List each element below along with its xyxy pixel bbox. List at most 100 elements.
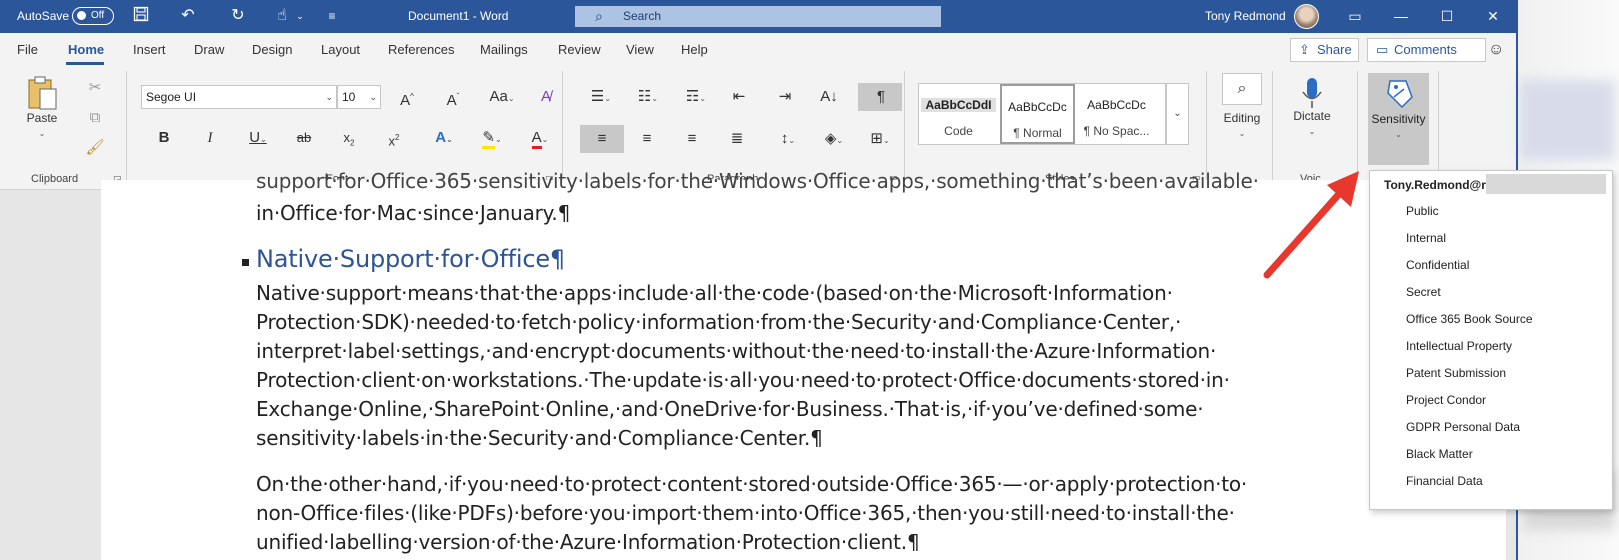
avatar[interactable]: [1294, 4, 1319, 29]
title-bar: AutoSave Off ↶ ↻ ☝ ⌄ ≡ Document1 - Word …: [0, 0, 1516, 33]
sort-icon[interactable]: A↓: [818, 86, 840, 108]
style-normal[interactable]: AaBbCcDc ¶ Normal: [1000, 84, 1075, 144]
style-sample: AaBbCcDc: [1008, 100, 1067, 114]
minimize-icon[interactable]: —: [1378, 0, 1424, 33]
label-intellectual-property[interactable]: Intellectual Property: [1406, 339, 1512, 353]
copy-icon[interactable]: ⧉: [84, 107, 106, 129]
chevron-down-icon: ⌄: [38, 129, 46, 138]
italic-icon[interactable]: I: [199, 127, 221, 149]
multilevel-list-icon[interactable]: ☶⌄: [678, 86, 714, 110]
toggle-knob: [77, 11, 86, 20]
search-placeholder: Search: [623, 9, 662, 23]
feedback-smiley-icon[interactable]: ☺: [1488, 41, 1504, 59]
tab-file[interactable]: File: [17, 42, 38, 57]
label-secret[interactable]: Secret: [1406, 285, 1441, 299]
align-right-icon[interactable]: ≡: [681, 128, 703, 150]
bold-icon[interactable]: B: [153, 127, 175, 149]
document-line: Protection·SDK)·needed·to·fetch·policy·i…: [256, 310, 1182, 334]
grow-font-icon[interactable]: A^: [396, 86, 418, 112]
tab-references[interactable]: References: [388, 42, 454, 57]
label-project-condor[interactable]: Project Condor: [1406, 393, 1486, 407]
text-effects-icon[interactable]: A⌄: [428, 127, 460, 151]
style-code[interactable]: AaBbCcDdI Code: [921, 84, 996, 144]
font-family-combo[interactable]: Segoe UI ⌄: [141, 85, 337, 109]
format-painter-icon[interactable]: 🖌: [84, 137, 106, 159]
dictate-button[interactable]: Dictate ⌄: [1287, 77, 1337, 137]
paste-button[interactable]: Paste ⌄: [22, 75, 62, 139]
maximize-icon[interactable]: ☐: [1424, 0, 1470, 33]
styles-gallery: AaBbCcDdI Code AaBbCcDc ¶ Normal AaBbCcD…: [918, 83, 1166, 145]
tab-help[interactable]: Help: [681, 42, 708, 57]
font-size-combo[interactable]: 10 ⌄: [337, 85, 381, 109]
sensitivity-button[interactable]: Sensitivity ⌄: [1368, 73, 1429, 165]
comments-button[interactable]: ▭ Comments: [1367, 38, 1486, 62]
dictate-label: Dictate: [1293, 109, 1331, 123]
tab-design[interactable]: Design: [252, 42, 292, 57]
paste-label: Paste: [26, 111, 58, 125]
document-line: On·the·other·hand,·if·you·need·to·protec…: [256, 472, 1248, 496]
numbering-icon[interactable]: ☷⌄: [630, 86, 666, 110]
label-internal[interactable]: Internal: [1406, 231, 1446, 245]
touch-mode-icon[interactable]: ☝: [272, 6, 292, 26]
tab-insert[interactable]: Insert: [133, 42, 166, 57]
user-name[interactable]: Tony Redmond: [1205, 9, 1286, 23]
style-sample: AaBbCcDdI: [921, 98, 996, 112]
align-center-icon[interactable]: ≡: [636, 128, 658, 150]
annotation-arrow-icon: [1263, 171, 1359, 279]
bullets-icon[interactable]: ☰⌄: [583, 86, 619, 110]
chevron-down-icon[interactable]: ⌄: [290, 6, 310, 26]
subscript-icon[interactable]: x2: [338, 127, 360, 155]
superscript-icon[interactable]: x2: [383, 127, 405, 152]
share-button[interactable]: ⇪ Share: [1290, 38, 1359, 62]
highlight-icon[interactable]: ✎⌄: [476, 127, 508, 151]
document-heading: Native·Support·for·Office¶: [256, 245, 565, 273]
share-label: Share: [1317, 42, 1352, 57]
tab-mailings[interactable]: Mailings: [480, 42, 528, 57]
redo-icon[interactable]: ↻: [228, 6, 248, 26]
label-black-matter[interactable]: Black Matter: [1406, 447, 1473, 461]
autosave-toggle[interactable]: Off: [72, 7, 114, 25]
divider: [1438, 71, 1439, 183]
borders-icon[interactable]: ⊞⌄: [862, 128, 898, 152]
editing-button[interactable]: ⌕ Editing ⌄: [1219, 73, 1265, 139]
decrease-indent-icon[interactable]: ⇤: [728, 86, 750, 108]
style-name: ¶ No Spac...: [1083, 124, 1150, 138]
line-spacing-icon[interactable]: ↕⌄: [770, 128, 806, 152]
align-left-icon[interactable]: ≡: [591, 128, 613, 150]
chevron-down-icon: ⌄: [1395, 130, 1402, 139]
justify-icon[interactable]: ≣: [726, 128, 748, 150]
customize-toolbar-icon[interactable]: ≡: [322, 6, 342, 26]
tab-home[interactable]: Home: [68, 42, 104, 57]
strikethrough-icon[interactable]: ab: [293, 127, 315, 149]
styles-more-button[interactable]: ⌄: [1166, 83, 1189, 145]
cut-icon[interactable]: ✂: [84, 77, 106, 99]
label-office-365-book-source[interactable]: Office 365 Book Source: [1406, 312, 1533, 326]
tab-view[interactable]: View: [626, 42, 654, 57]
shading-icon[interactable]: ◈⌄: [816, 128, 852, 152]
increase-indent-icon[interactable]: ⇥: [774, 86, 796, 108]
tab-draw[interactable]: Draw: [194, 42, 224, 57]
label-gdpr-personal-data[interactable]: GDPR Personal Data: [1406, 420, 1520, 434]
underline-icon[interactable]: U⌄: [243, 127, 273, 151]
font-color-icon[interactable]: A⌄: [524, 127, 556, 151]
label-patent-submission[interactable]: Patent Submission: [1406, 366, 1506, 380]
undo-icon[interactable]: ↶: [178, 6, 198, 26]
show-formatting-marks-icon[interactable]: ¶: [870, 86, 892, 108]
tab-layout[interactable]: Layout: [321, 42, 360, 57]
document-line: sensitivity·labels·in·the·Security·and·C…: [256, 426, 823, 450]
label-financial-data[interactable]: Financial Data: [1406, 474, 1483, 488]
close-icon[interactable]: ✕: [1470, 0, 1516, 33]
document-line: in·Office·for·Mac·since·January.¶: [256, 201, 571, 225]
label-public[interactable]: Public: [1406, 204, 1439, 218]
style-no-spacing[interactable]: AaBbCcDc ¶ No Spac...: [1079, 84, 1154, 144]
ribbon-display-icon[interactable]: ▭: [1332, 0, 1378, 33]
change-case-icon[interactable]: Aa⌄: [486, 86, 518, 110]
blurred-region: [1520, 80, 1615, 160]
tab-review[interactable]: Review: [558, 42, 601, 57]
bullet-marker: [242, 259, 249, 266]
search-box[interactable]: ⌕ Search: [575, 6, 941, 27]
shrink-font-icon[interactable]: Aˇ: [442, 86, 464, 112]
clear-formatting-icon[interactable]: A̸: [535, 86, 557, 108]
save-icon[interactable]: [131, 6, 151, 26]
label-confidential[interactable]: Confidential: [1406, 258, 1469, 272]
